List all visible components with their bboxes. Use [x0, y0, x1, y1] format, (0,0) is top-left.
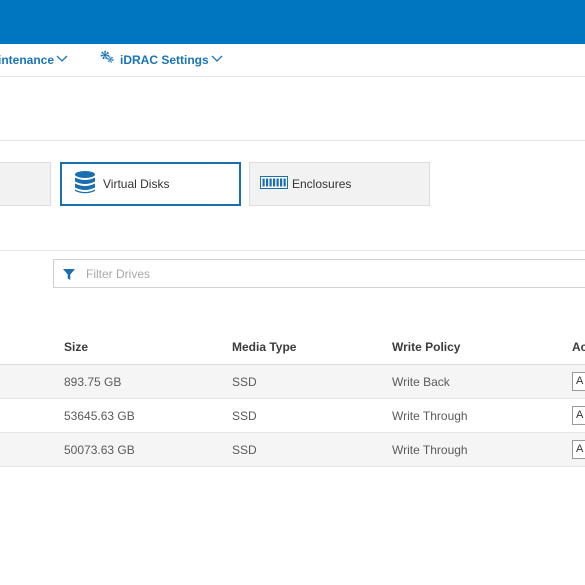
filter-drives-input[interactable] — [86, 264, 566, 283]
chevron-down-icon — [56, 43, 68, 75]
cell-size: 53645.63 GB — [64, 409, 135, 423]
cell-media-type: SSD — [232, 409, 257, 423]
storage-tile-previous[interactable] — [0, 162, 51, 206]
filter-drives-box — [53, 259, 585, 288]
tile-virtual-disks[interactable]: Virtual Disks — [60, 162, 241, 206]
column-header-size[interactable]: Size — [64, 340, 88, 354]
table-header-row: Size Media Type Write Policy Ac — [0, 330, 585, 365]
row-action-select[interactable]: A — [572, 440, 585, 459]
column-header-write-policy[interactable]: Write Policy — [392, 340, 460, 354]
row-action-select[interactable]: A — [572, 406, 585, 425]
idrac-storage-page: intenance iDRAC Settings Virtual Disks E… — [0, 0, 585, 585]
column-header-actions: Ac — [572, 340, 585, 354]
nav-idrac-settings-label: iDRAC Settings — [120, 53, 209, 67]
section-divider — [0, 140, 585, 141]
main-nav: intenance iDRAC Settings — [0, 44, 585, 77]
table-row[interactable]: 50073.63 GB SSD Write Through A — [0, 433, 585, 467]
tile-enclosures[interactable]: Enclosures — [249, 162, 430, 206]
section-divider — [0, 250, 585, 251]
enclosure-icon — [260, 176, 288, 192]
cell-size: 50073.63 GB — [64, 443, 135, 457]
nav-maintenance[interactable]: intenance — [0, 44, 68, 76]
tile-enclosures-label: Enclosures — [292, 177, 352, 191]
cell-write-policy: Write Through — [392, 409, 468, 423]
virtual-disks-table: Size Media Type Write Policy Ac 893.75 G… — [0, 330, 585, 467]
nav-maintenance-label: intenance — [0, 53, 55, 67]
nav-idrac-settings[interactable]: iDRAC Settings — [100, 44, 223, 76]
gears-icon — [100, 43, 114, 75]
cell-size: 893.75 GB — [64, 375, 122, 389]
top-banner — [0, 0, 585, 44]
tile-virtual-disks-label: Virtual Disks — [103, 177, 170, 191]
table-row[interactable]: 53645.63 GB SSD Write Through A — [0, 399, 585, 433]
database-icon — [74, 171, 96, 198]
table-row[interactable]: 893.75 GB SSD Write Back A — [0, 365, 585, 399]
cell-media-type: SSD — [232, 443, 257, 457]
cell-write-policy: Write Back — [392, 375, 450, 389]
chevron-down-icon — [211, 43, 223, 75]
row-action-select[interactable]: A — [572, 372, 585, 391]
filter-icon — [63, 268, 75, 286]
cell-write-policy: Write Through — [392, 443, 468, 457]
cell-media-type: SSD — [232, 375, 257, 389]
column-header-media-type[interactable]: Media Type — [232, 340, 296, 354]
